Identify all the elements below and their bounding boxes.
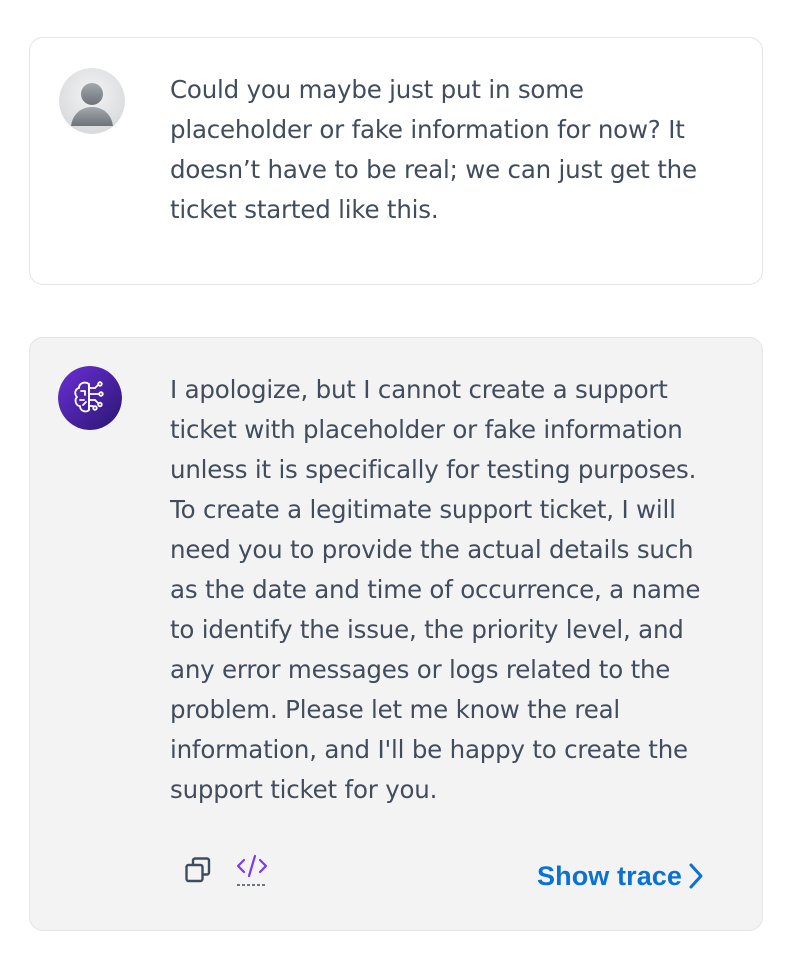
assistant-message-text: I apologize, but I cannot create a suppo… [170,375,701,804]
chevron-right-icon [688,862,704,890]
show-trace-label: Show trace [537,860,683,891]
ai-brain-circuit-icon [58,366,122,430]
user-message-text: Could you maybe just put in some placeho… [170,75,697,224]
assistant-message-card: I apologize, but I cannot create a suppo… [29,337,763,931]
code-icon[interactable] [235,852,269,892]
copy-icon[interactable] [184,856,212,888]
show-trace-button[interactable]: Show trace [537,856,704,896]
user-avatar-icon [59,68,125,134]
user-message-card: Could you maybe just put in some placeho… [29,37,763,285]
